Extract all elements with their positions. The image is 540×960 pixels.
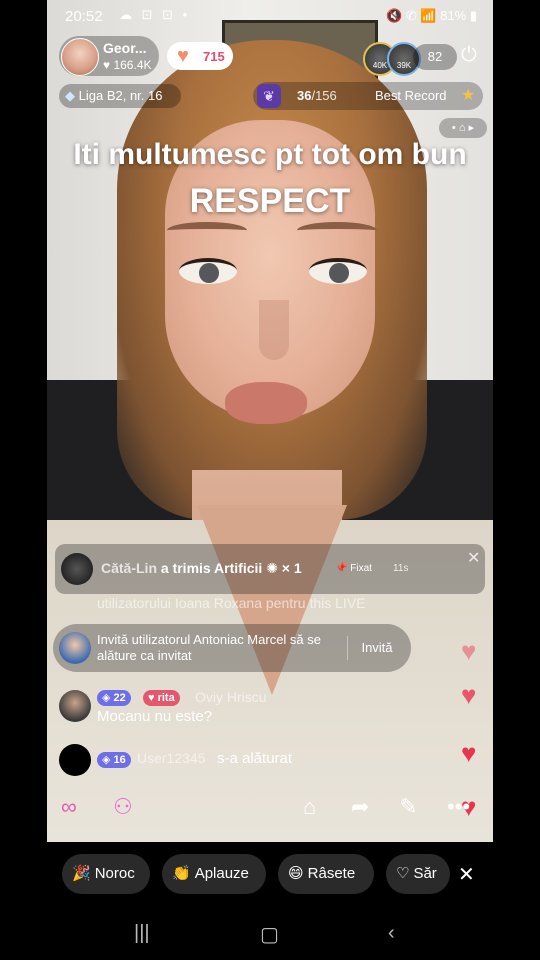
follow-count: 715	[203, 49, 225, 64]
goal-total: /156	[311, 88, 337, 103]
live-video[interactable]: 20:52 ☁ ⊡ ⊡ • 🔇 ✆ 📶 81% ▮ Geor... ♥ 166.…	[47, 0, 493, 842]
fan-badge: ♥ rita	[143, 690, 180, 706]
home-icon[interactable]: ▢	[260, 922, 279, 947]
pinned-text: Cătă-Lin a trimis Artificii ✺ × 1	[101, 560, 302, 577]
more-icon[interactable]: •••	[447, 794, 470, 820]
goal-progress: 36/156	[297, 88, 337, 103]
host-profile[interactable]: Geor... ♥ 166.4K	[59, 36, 159, 76]
chat-avatar[interactable]	[59, 690, 91, 722]
pinned-age: 11s	[393, 563, 409, 574]
pinned-action: a trimis Artificii	[157, 560, 263, 576]
shop-icon[interactable]: ⌂	[303, 794, 316, 820]
reaction-aplauze[interactable]: 👏 Aplauze	[162, 854, 266, 894]
status-bar: 20:52 ☁ ⊡ ⊡ • 🔇 ✆ 📶 81% ▮	[47, 0, 493, 32]
level-badge: ◈ 16	[97, 752, 131, 768]
bottom-toolbar: ∞ ⚇ ⌂ ➦ ✎ •••	[47, 790, 493, 830]
viewer-badge: 40K	[372, 61, 388, 70]
back-icon[interactable]: ‹	[388, 922, 395, 945]
chat-username[interactable]: Oviy Hriscu	[195, 689, 267, 705]
pin-label: 📌 Fixat	[335, 563, 372, 574]
invite-button[interactable]: Invită	[347, 636, 406, 660]
close-reactions-icon[interactable]: ✕	[458, 862, 475, 887]
chat-partial-line: utilizatorului Ioana Roxana pentru this …	[97, 595, 366, 611]
reaction-label: Aplauze	[194, 865, 249, 882]
fan-badge-text: rita	[157, 692, 175, 704]
league-badge[interactable]: ◆ Liga B2, nr. 16	[59, 84, 181, 108]
clap-icon: 👏	[172, 865, 191, 882]
reaction-bar: 🎉 Noroc 👏 Aplauze 😄 Râsete ♡ Săr ✕	[0, 852, 540, 896]
firework-icon: ✺	[266, 560, 278, 576]
reaction-label: Râsete	[307, 865, 356, 882]
host-name: Geor...	[103, 40, 147, 56]
guests-icon[interactable]: ⚇	[113, 794, 133, 820]
heart-outline-icon: ♡	[396, 865, 410, 882]
power-icon[interactable]: ⏻	[461, 44, 477, 67]
chat-text: Mocanu nu este?	[97, 708, 213, 725]
invite-text: Invită utilizatorul Antoniac Marcel să s…	[97, 632, 321, 663]
share-icon[interactable]: ➦	[351, 794, 369, 820]
reaction-sarut[interactable]: ♡ Săr	[386, 854, 450, 894]
goal-current: 36	[297, 88, 312, 103]
goal-bar[interactable]: ❦ 36/156 Best Record ★	[253, 82, 483, 110]
status-left-icons: ☁ ⊡ ⊡ •	[119, 7, 191, 22]
mini-controls[interactable]: • ⌂ ▸	[439, 118, 487, 138]
chat-text: s-a alăturat	[217, 750, 293, 767]
status-time: 20:52	[65, 8, 103, 25]
pinned-multiplier: × 1	[277, 560, 302, 576]
league-label: Liga B2, nr. 16	[78, 88, 163, 103]
level-badge: ◈ 22	[97, 690, 131, 706]
lips	[225, 382, 307, 424]
level-number: 16	[113, 754, 126, 766]
diamond-icon: ◆	[65, 88, 75, 103]
pinned-user-avatar[interactable]	[61, 553, 93, 585]
pinned-user: Cătă-Lin	[101, 560, 157, 576]
caption-line-2: RESPECT	[189, 182, 351, 220]
nose	[259, 300, 289, 360]
floating-heart-icon: ♥	[461, 636, 477, 666]
best-record-label: Best Record	[375, 88, 447, 103]
recent-apps-icon[interactable]: |||	[134, 922, 150, 945]
reaction-rasete[interactable]: 😄 Râsete	[278, 854, 374, 894]
status-right-icons: 🔇 ✆ 📶 81% ▮	[386, 8, 477, 23]
system-navigation-bar: ||| ▢ ‹	[0, 908, 540, 960]
right-eye	[309, 258, 367, 284]
follow-button[interactable]: ♥ 715	[167, 42, 233, 70]
host-likes: ♥ 166.4K	[103, 58, 152, 72]
magic-wand-icon[interactable]: ✎	[399, 794, 417, 820]
pin-text: Fixat	[350, 563, 372, 574]
heart-icon: ♥	[177, 45, 189, 67]
level-number: 22	[113, 692, 126, 704]
right-eyebrow	[297, 222, 377, 239]
reaction-label: Săr	[413, 865, 437, 882]
invite-card[interactable]: Invită utilizatorul Antoniac Marcel să s…	[53, 624, 411, 672]
invitee-avatar	[59, 632, 91, 664]
chat-avatar[interactable]	[59, 744, 91, 776]
close-icon[interactable]: ✕	[467, 548, 480, 568]
chat-username[interactable]: User12345	[137, 750, 206, 766]
left-eyebrow	[167, 222, 247, 239]
party-popper-icon: 🎉	[72, 865, 91, 882]
multi-guest-icon[interactable]: ∞	[61, 794, 77, 820]
left-eye	[179, 258, 237, 284]
viewer-badge: 39K	[396, 61, 412, 70]
laugh-icon: 😄	[288, 865, 304, 882]
floating-heart-icon: ♥	[461, 680, 477, 710]
pinned-gift-message[interactable]: Cătă-Lin a trimis Artificii ✺ × 1 📌 Fixa…	[55, 544, 485, 594]
floating-heart-icon: ♥	[461, 738, 477, 768]
reaction-label: Noroc	[94, 865, 135, 882]
viewer-count[interactable]: 82	[413, 44, 457, 70]
reaction-noroc[interactable]: 🎉 Noroc	[62, 854, 150, 894]
caption-line-1: Iti multumesc pt tot om bun	[73, 138, 467, 171]
butterfly-icon: ❦	[257, 84, 281, 108]
star-icon: ★	[461, 87, 476, 104]
host-avatar[interactable]	[61, 38, 99, 76]
